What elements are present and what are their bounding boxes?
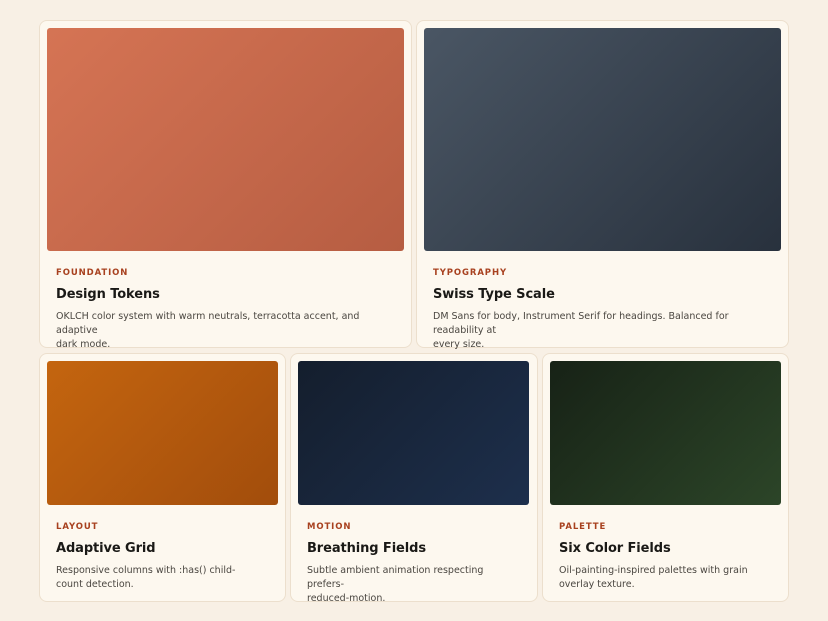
card-description-line: Subtle ambient animation respecting pref… [307, 565, 484, 590]
card-category: PALETTE [559, 522, 607, 532]
card-category: MOTION [307, 522, 352, 532]
card-description-line: overlay texture. [559, 579, 635, 590]
card-six-color-fields[interactable]: PALETTE Six Color Fields Oil-painting-in… [542, 353, 789, 602]
card-title: Breathing Fields [307, 541, 426, 556]
card-title: Adaptive Grid [56, 541, 156, 556]
color-field-slate [424, 28, 781, 251]
card-text: MOTION Breathing Fields Subtle ambient a… [307, 521, 523, 606]
card-description: Oil-painting-inspired palettes with grai… [559, 564, 774, 592]
card-text: FOUNDATION Design Tokens OKLCH color sys… [56, 267, 397, 352]
card-description-line: count detection. [56, 579, 134, 590]
color-field-forest [550, 361, 781, 505]
card-description-line: Oil-painting-inspired palettes with grai… [559, 565, 748, 576]
color-field-navy [298, 361, 529, 505]
card-category: TYPOGRAPHY [433, 268, 508, 278]
card-title: Design Tokens [56, 287, 160, 302]
card-grid: FOUNDATION Design Tokens OKLCH color sys… [0, 0, 828, 621]
card-description: OKLCH color system with warm neutrals, t… [56, 310, 397, 352]
card-description: DM Sans for body, Instrument Serif for h… [433, 310, 774, 352]
card-category: FOUNDATION [56, 268, 129, 278]
color-field-terracotta [47, 28, 404, 251]
card-description-line: DM Sans for body, Instrument Serif for h… [433, 311, 729, 336]
card-description-line: dark mode. [56, 339, 111, 350]
card-description: Responsive columns with :has() child- co… [56, 564, 271, 592]
card-breathing-fields[interactable]: MOTION Breathing Fields Subtle ambient a… [290, 353, 538, 604]
card-design-tokens[interactable]: FOUNDATION Design Tokens OKLCH color sys… [39, 20, 412, 350]
card-text: LAYOUT Adaptive Grid Responsive columns … [56, 521, 271, 592]
card-category: LAYOUT [56, 522, 99, 532]
card-description-line: OKLCH color system with warm neutrals, t… [56, 311, 360, 336]
color-field-amber [47, 361, 278, 505]
card-adaptive-grid[interactable]: LAYOUT Adaptive Grid Responsive columns … [39, 353, 286, 602]
card-description-line: every size. [433, 339, 485, 350]
card-text: PALETTE Six Color Fields Oil-painting-in… [559, 521, 774, 592]
card-title: Swiss Type Scale [433, 287, 555, 302]
card-description-line: Responsive columns with :has() child- [56, 565, 236, 576]
card-swiss-type-scale[interactable]: TYPOGRAPHY Swiss Type Scale DM Sans for … [416, 20, 789, 350]
card-description-line: reduced-motion. [307, 593, 386, 604]
card-title: Six Color Fields [559, 541, 671, 556]
card-description: Subtle ambient animation respecting pref… [307, 564, 523, 606]
card-text: TYPOGRAPHY Swiss Type Scale DM Sans for … [433, 267, 774, 352]
